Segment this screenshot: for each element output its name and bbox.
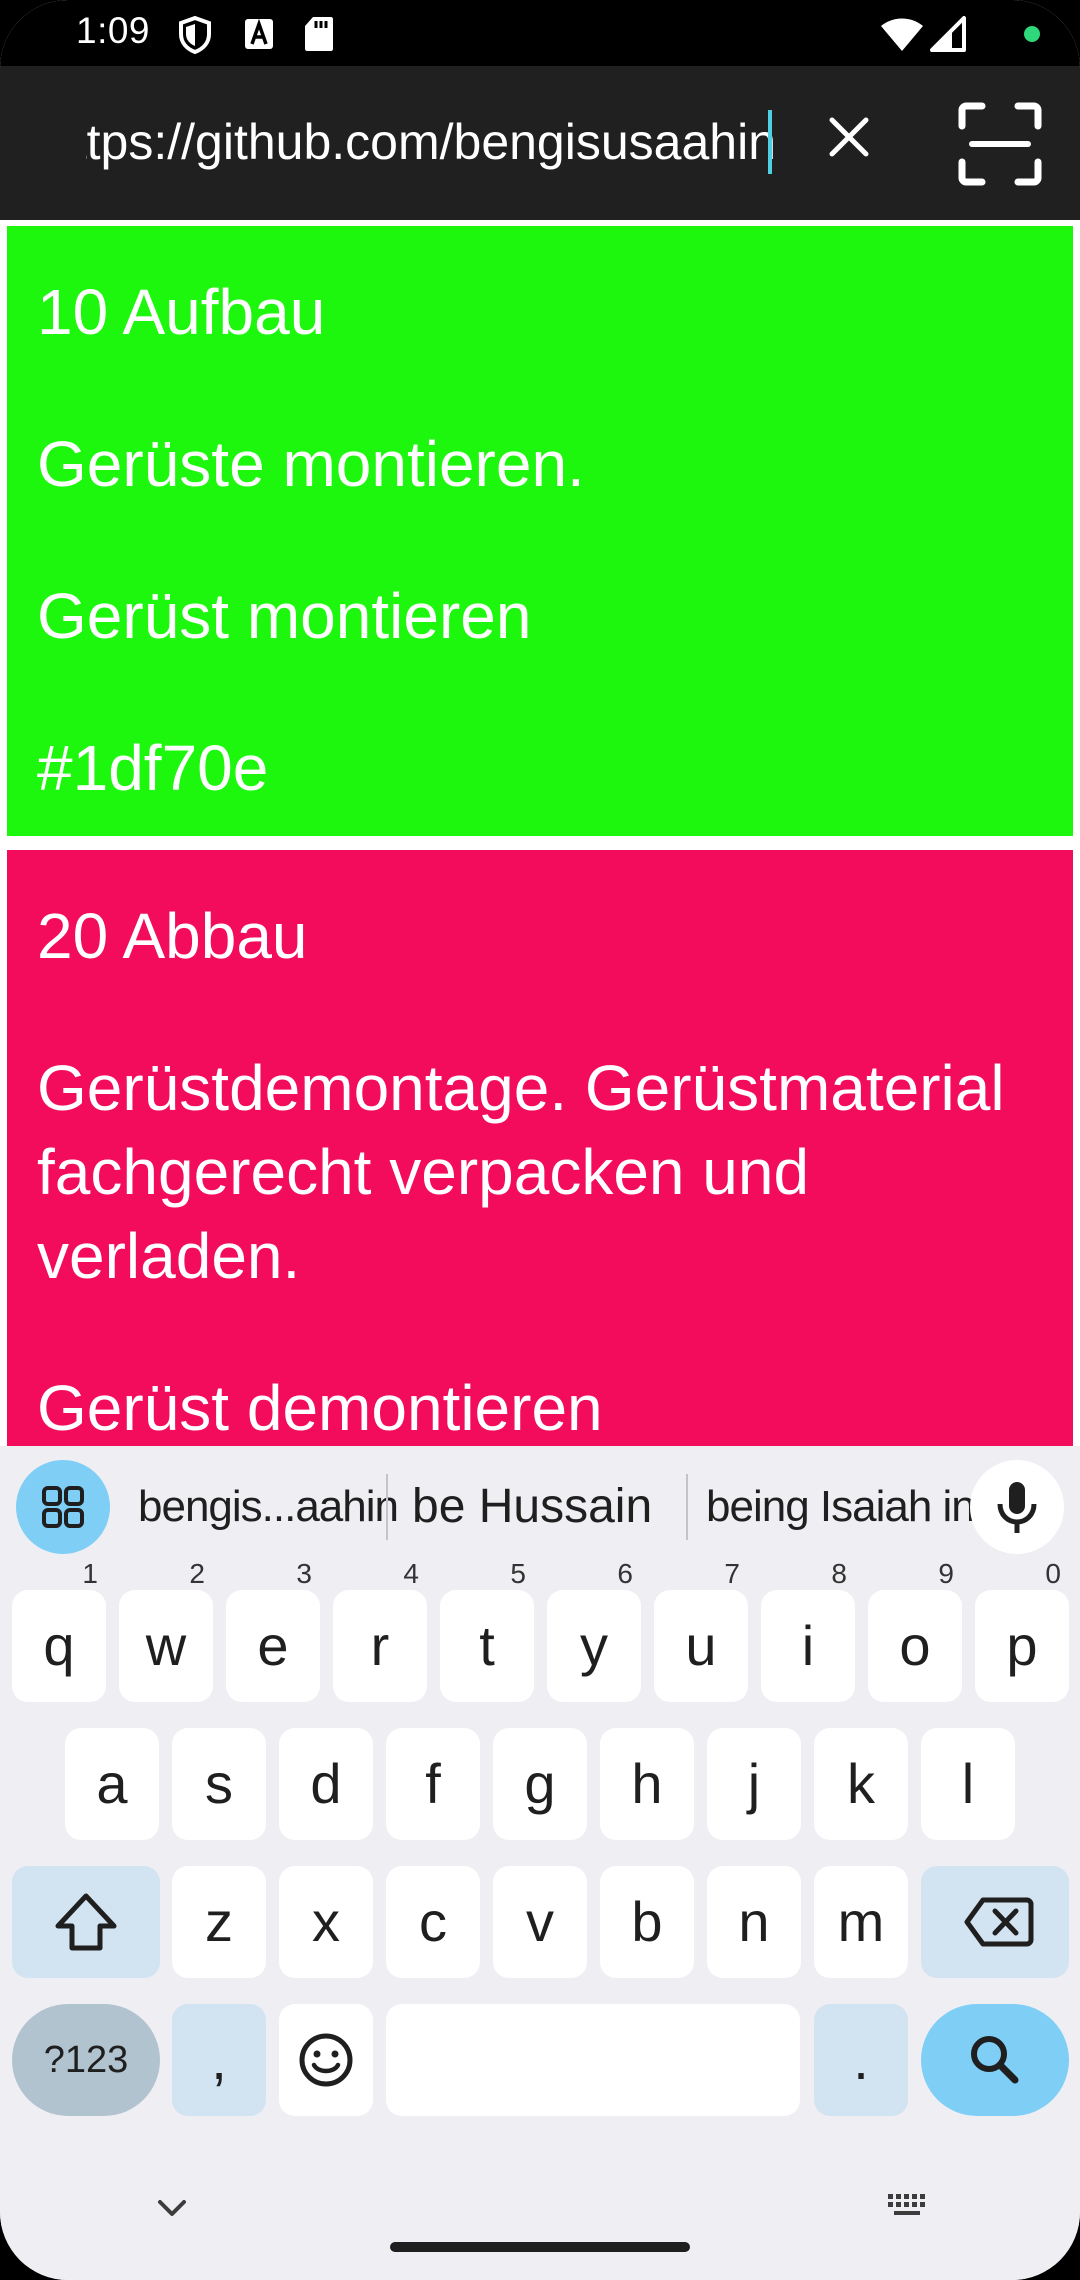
card-subtitle: Gerüst montieren	[37, 580, 532, 652]
key-w[interactable]: w2	[119, 1560, 213, 1702]
voice-input-button[interactable]	[970, 1460, 1064, 1554]
card-title: 20 Abbau	[37, 900, 308, 972]
card-abbau[interactable]: 20 Abbau Gerüstdemontage. Gerüstmaterial…	[7, 850, 1073, 1446]
suggestion-strip: bengis...aahin be Hussain being Isaiah i…	[0, 1446, 1080, 1568]
status-time: 1:09	[76, 10, 151, 51]
search-key[interactable]	[921, 2004, 1069, 2116]
status-bar: 1:09	[0, 0, 1080, 66]
microphone-icon	[997, 1482, 1037, 1533]
key-s[interactable]: s	[172, 1728, 266, 1840]
keyboard-icon[interactable]	[884, 2190, 932, 2224]
key-hint: 7	[724, 1558, 740, 1589]
key-label: y	[580, 1614, 608, 1677]
key-label: u	[685, 1614, 717, 1677]
card-subtitle: Gerüst demontieren	[37, 1372, 603, 1444]
url-bar: https://github.com/bengisusaahin	[0, 66, 1080, 220]
sd-card-icon	[305, 17, 333, 51]
card-aufbau[interactable]: 10 Aufbau Gerüste montieren. Gerüst mont…	[7, 226, 1073, 836]
key-hint: 6	[617, 1558, 633, 1589]
key-k[interactable]: k	[814, 1728, 908, 1840]
period-key[interactable]: .	[814, 2004, 908, 2116]
suggestion-divider	[386, 1474, 388, 1540]
key-label: o	[899, 1614, 931, 1677]
key-label: r	[370, 1614, 390, 1677]
text-caret	[768, 110, 772, 174]
key-hint: 5	[510, 1558, 526, 1589]
key-label: w	[145, 1614, 187, 1677]
key-hint: 0	[1045, 1558, 1061, 1589]
chevron-down-icon[interactable]	[150, 2194, 194, 2224]
suggestion-divider	[686, 1474, 688, 1540]
key-label: t	[479, 1614, 495, 1677]
emoji-key[interactable]	[279, 2004, 373, 2116]
suggestion-item[interactable]: be Hussain	[412, 1472, 652, 1542]
key-label: e	[257, 1614, 289, 1677]
key-hint: 4	[403, 1558, 419, 1589]
home-gesture-bar[interactable]	[390, 2242, 690, 2252]
key-hint: 3	[296, 1558, 312, 1589]
search-icon	[971, 2036, 1019, 2084]
shift-icon	[55, 1893, 117, 1951]
key-g[interactable]: g	[493, 1728, 587, 1840]
shift-key[interactable]	[12, 1866, 160, 1978]
key-z[interactable]: z	[172, 1866, 266, 1978]
key-i[interactable]: i8	[761, 1560, 855, 1702]
key-label: p	[1006, 1614, 1038, 1677]
key-p[interactable]: p0	[975, 1560, 1069, 1702]
comma-key[interactable]: ,	[172, 2004, 266, 2116]
backspace-key[interactable]	[921, 1866, 1069, 1978]
close-icon[interactable]	[818, 106, 880, 168]
key-h[interactable]: h	[600, 1728, 694, 1840]
backspace-icon	[964, 1897, 1034, 1947]
wifi-icon	[881, 18, 923, 51]
key-hint: 8	[831, 1558, 847, 1589]
key-r[interactable]: r4	[333, 1560, 427, 1702]
symbols-key[interactable]: ?123	[12, 2004, 160, 2116]
key-f[interactable]: f	[386, 1728, 480, 1840]
card-description: Gerüste montieren.	[37, 428, 585, 500]
card-description: Gerüstdemontage. Gerüstmaterial fachgere…	[37, 1052, 1005, 1292]
key-m[interactable]: m	[814, 1866, 908, 1978]
scan-icon[interactable]	[958, 102, 1042, 186]
key-y[interactable]: y6	[547, 1560, 641, 1702]
key-hint: 9	[938, 1558, 954, 1589]
suggestion-item[interactable]: being Isaiah in	[706, 1472, 976, 1542]
shield-icon	[179, 16, 211, 54]
key-a[interactable]: a	[65, 1728, 159, 1840]
apps-grid-button[interactable]	[16, 1460, 110, 1554]
space-key[interactable]	[386, 2004, 800, 2116]
grid-icon	[42, 1486, 84, 1528]
suggestion-item[interactable]: bengis...aahin	[138, 1472, 399, 1542]
key-label: q	[43, 1614, 75, 1677]
phone-screen: 1:09 https://github.com/bengisusaahin 10…	[0, 0, 1080, 2280]
emoji-icon	[299, 2033, 353, 2087]
key-b[interactable]: b	[600, 1866, 694, 1978]
card-color-code: #1df70e	[37, 732, 269, 804]
key-n[interactable]: n	[707, 1866, 801, 1978]
font-a-icon	[245, 18, 273, 49]
privacy-indicator-dot	[1024, 26, 1040, 42]
key-x[interactable]: x	[279, 1866, 373, 1978]
card-title: 10 Aufbau	[37, 276, 326, 348]
url-value: https://github.com/bengisusaahin	[86, 114, 776, 170]
web-content: 10 Aufbau Gerüste montieren. Gerüst mont…	[0, 220, 1080, 1446]
key-j[interactable]: j	[707, 1728, 801, 1840]
key-hint: 2	[189, 1558, 205, 1589]
navigation-bar	[0, 2150, 1080, 2280]
key-hint: 1	[82, 1558, 98, 1589]
key-q[interactable]: q1	[12, 1560, 106, 1702]
key-u[interactable]: u7	[654, 1560, 748, 1702]
key-c[interactable]: c	[386, 1866, 480, 1978]
key-e[interactable]: e3	[226, 1560, 320, 1702]
key-o[interactable]: o9	[868, 1560, 962, 1702]
key-d[interactable]: d	[279, 1728, 373, 1840]
key-t[interactable]: t5	[440, 1560, 534, 1702]
key-label: i	[801, 1614, 815, 1677]
cellular-signal-icon	[930, 16, 966, 52]
key-v[interactable]: v	[493, 1866, 587, 1978]
url-input[interactable]: https://github.com/bengisusaahin	[86, 112, 776, 172]
key-l[interactable]: l	[921, 1728, 1015, 1840]
